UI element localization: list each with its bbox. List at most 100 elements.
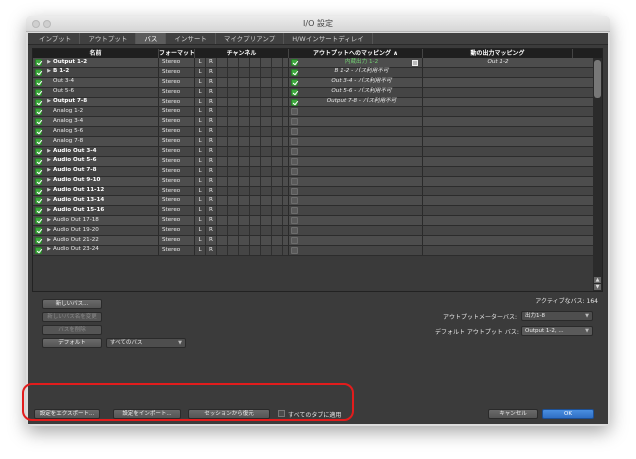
scroll-down-icon[interactable]: ▼ [594,284,601,290]
bus-active-checkbox[interactable] [35,236,42,244]
channel-cell[interactable]: L [195,186,206,196]
channel-cell[interactable] [261,226,272,236]
bus-active-checkbox[interactable] [35,98,42,106]
channel-cell[interactable] [250,176,261,186]
channel-cell[interactable]: L [195,196,206,206]
channel-cell[interactable] [217,77,228,87]
table-row[interactable]: ▶ Audio Out 9-10 Stereo L R [33,176,593,187]
channel-cell[interactable]: L [195,166,206,176]
bus-name[interactable]: Audio Out 7-8 [53,167,97,176]
disclosure-triangle-icon[interactable]: ▶ [45,246,53,255]
channel-cell[interactable] [250,77,261,87]
channel-cell[interactable] [239,186,250,196]
channel-cell[interactable] [272,58,283,67]
channel-cell[interactable] [261,196,272,206]
output-mapping-cell[interactable] [289,176,423,186]
channel-cell[interactable] [261,67,272,77]
channel-cell[interactable] [217,186,228,196]
channel-cell[interactable] [239,58,250,67]
table-row[interactable]: Analog 7-8 Stereo L R [33,137,593,148]
table-row[interactable]: Analog 3-4 Stereo L R [33,117,593,128]
channel-cell[interactable] [239,77,250,87]
channel-cell[interactable] [217,137,228,147]
channel-cell[interactable] [239,117,250,127]
sub-output-mapping[interactable] [423,216,573,225]
disclosure-triangle-icon[interactable]: ▶ [45,216,53,225]
channel-cell[interactable] [217,176,228,186]
table-row[interactable]: ▶ Audio Out 3-4 Stereo L R [33,147,593,157]
disclosure-triangle-icon[interactable]: ▶ [45,226,53,235]
channel-cell[interactable] [261,137,272,147]
channel-cell[interactable] [239,216,250,226]
channel-cell[interactable] [272,245,283,255]
mapping-checkbox[interactable] [291,118,298,126]
tab-1[interactable]: アウトプット [80,33,137,44]
disclosure-triangle-icon[interactable]: ▶ [45,206,53,215]
channel-cell[interactable]: R [206,186,217,196]
channel-cell[interactable] [239,245,250,255]
bus-name[interactable]: Audio Out 17-18 [53,216,99,225]
channel-cell[interactable] [250,216,261,226]
rename-bus-button[interactable]: 新しいバス名を変更 [42,312,102,322]
channel-cell[interactable] [217,236,228,245]
channel-cell[interactable] [228,156,239,166]
sub-output-mapping[interactable] [423,236,573,245]
mapping-checkbox[interactable] [291,157,298,165]
channel-cell[interactable] [239,166,250,176]
channel-cell[interactable] [228,97,239,107]
output-mapping-cell[interactable]: B 1-2 - バス利用不可 [289,67,423,77]
channel-cell[interactable] [272,216,283,226]
channel-cell[interactable] [239,97,250,107]
table-scrollbar[interactable]: ▲ ▼ [593,58,602,291]
bus-active-checkbox[interactable] [35,227,42,235]
disclosure-triangle-icon[interactable]: ▶ [45,196,53,205]
table-row[interactable]: ▶ Audio Out 21-22 Stereo L R [33,236,593,246]
channel-cell[interactable] [272,147,283,156]
channel-cell[interactable] [250,226,261,236]
channel-cell[interactable]: R [206,107,217,117]
sub-output-mapping[interactable] [423,68,573,77]
sub-output-mapping[interactable] [423,137,573,146]
channel-cell[interactable] [217,166,228,176]
channel-cell[interactable] [250,58,261,67]
channel-cell[interactable]: L [195,206,206,216]
bus-active-checkbox[interactable] [35,207,42,215]
channel-cell[interactable]: R [206,196,217,206]
sub-output-mapping[interactable] [423,226,573,235]
channel-cell[interactable]: R [206,87,217,97]
channel-cell[interactable] [239,196,250,206]
channel-cell[interactable]: L [195,216,206,226]
channel-cell[interactable] [250,196,261,206]
channel-cell[interactable] [228,87,239,97]
scroll-up-icon[interactable]: ▲ [594,277,601,283]
mapping-checkbox[interactable] [291,167,298,175]
output-mapping-cell[interactable] [289,196,423,206]
channel-cell[interactable] [228,166,239,176]
channel-cell[interactable] [261,117,272,127]
channel-cell[interactable]: R [206,226,217,236]
channel-cell[interactable] [228,117,239,127]
sub-output-mapping[interactable] [423,117,573,126]
sub-output-mapping[interactable] [423,196,573,205]
channel-cell[interactable] [272,137,283,147]
output-mapping-cell[interactable] [289,226,423,236]
bus-active-checkbox[interactable] [35,68,42,76]
channel-cell[interactable]: R [206,216,217,226]
bus-name[interactable]: Out 5-6 [53,88,74,97]
bus-name[interactable]: Output 1-2 [53,58,87,67]
table-row[interactable]: ▶ Output 7-8 Stereo L R Output 7-8 - バス利用不可 [33,97,593,108]
channel-cell[interactable] [217,127,228,137]
channel-cell[interactable] [228,58,239,67]
bus-name[interactable]: Out 3-4 [53,78,74,87]
sub-output-mapping[interactable] [423,78,573,87]
bus-name[interactable]: Audio Out 19-20 [53,226,99,235]
output-mapping-cell[interactable] [289,216,423,226]
channel-cell[interactable]: L [195,117,206,127]
output-mapping-cell[interactable] [289,166,423,176]
channel-cell[interactable] [261,156,272,166]
output-mapping-cell[interactable]: Out 5-6 - バス利用不可 [289,87,423,97]
disclosure-triangle-icon[interactable]: ▶ [45,58,53,67]
sub-output-mapping[interactable] [423,177,573,186]
channel-cell[interactable]: L [195,107,206,117]
table-row[interactable]: ▶ Audio Out 7-8 Stereo L R [33,166,593,177]
